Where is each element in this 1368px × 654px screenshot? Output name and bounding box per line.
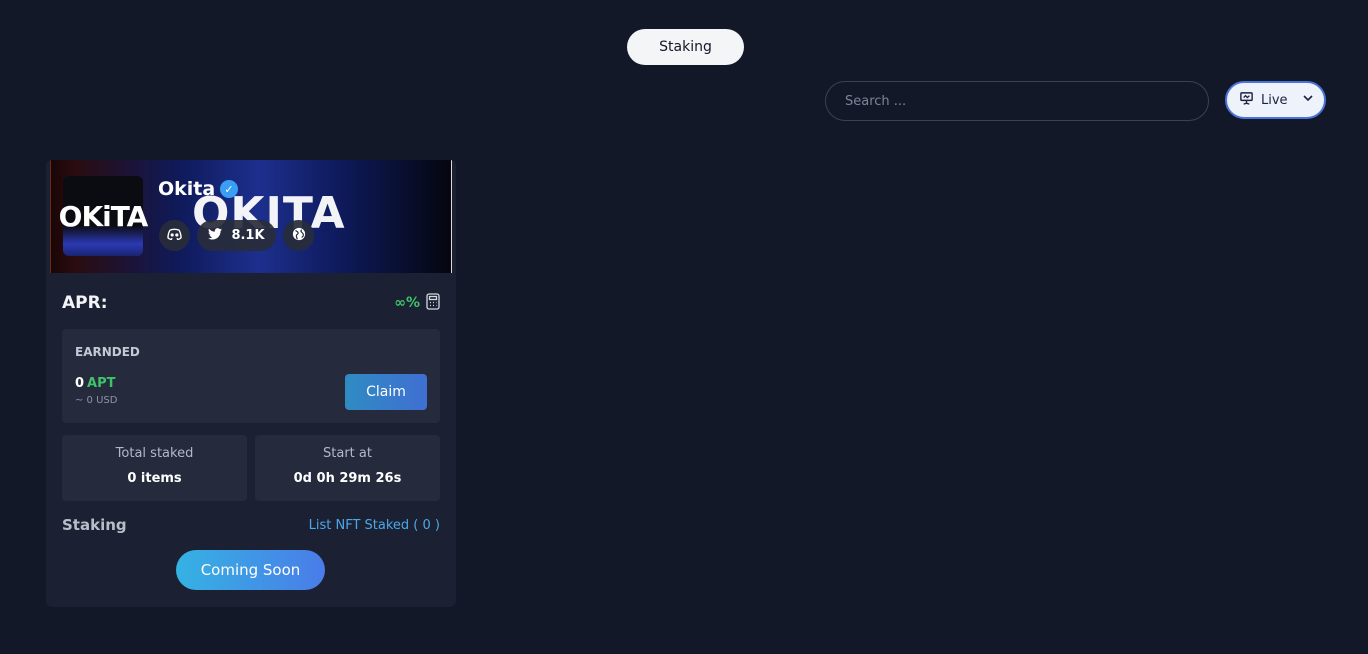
earned-usd: ~ 0 USD bbox=[75, 395, 118, 406]
search-input[interactable] bbox=[843, 92, 1208, 110]
staking-label: Staking bbox=[62, 516, 127, 534]
chevron-down-icon bbox=[1302, 92, 1314, 108]
earned-panel: EARNDED 0 APT ~ 0 USD Claim bbox=[62, 329, 440, 423]
apr-value: ∞% bbox=[394, 295, 420, 311]
earned-amount: 0 bbox=[75, 376, 85, 391]
collection-logo-text: OKiTA bbox=[58, 199, 149, 233]
staking-pool-card: OKITA OKiTA Okita ✓ 8.1K APR: ∞% EARNDED… bbox=[46, 160, 456, 607]
collection-name: Okita bbox=[158, 178, 216, 200]
status-filter-value: Live bbox=[1261, 92, 1288, 108]
start-at-countdown: 0d 0h 29m 26s bbox=[293, 471, 402, 486]
total-staked-panel: Total staked 0 items bbox=[62, 435, 247, 501]
search-bar[interactable] bbox=[825, 81, 1209, 121]
staking-row: Staking List NFT Staked ( 0 ) bbox=[62, 514, 440, 536]
earned-amount-row: 0 APT bbox=[75, 376, 116, 391]
status-filter-dropdown[interactable]: Live bbox=[1225, 81, 1326, 119]
collection-logo: OKiTA bbox=[59, 176, 148, 256]
list-nft-staked-link[interactable]: List NFT Staked ( 0 ) bbox=[309, 518, 440, 533]
globe-icon bbox=[292, 227, 306, 245]
apr-label: APR: bbox=[62, 293, 108, 313]
verified-check-icon: ✓ bbox=[220, 180, 238, 198]
earned-title: EARNDED bbox=[75, 345, 140, 359]
start-at-panel: Start at 0d 0h 29m 26s bbox=[255, 435, 440, 501]
total-staked-label: Total staked bbox=[115, 446, 194, 461]
tab-staking-label: Staking bbox=[659, 39, 712, 55]
twitter-icon bbox=[208, 227, 223, 244]
staking-page: Staking Live OKITA OKiTA Okita ✓ bbox=[0, 0, 1368, 654]
claim-button[interactable]: Claim bbox=[345, 374, 427, 410]
earned-token: APT bbox=[87, 376, 116, 391]
twitter-button[interactable]: 8.1K bbox=[197, 220, 276, 251]
discord-icon bbox=[167, 228, 182, 244]
twitter-followers-count: 8.1K bbox=[231, 228, 265, 243]
website-button[interactable] bbox=[283, 220, 314, 251]
start-at-label: Start at bbox=[323, 446, 372, 461]
coming-soon-button[interactable]: Coming Soon bbox=[176, 550, 325, 590]
presentation-icon bbox=[1239, 91, 1254, 110]
apr-value-group: ∞% bbox=[394, 292, 440, 314]
discord-button[interactable] bbox=[159, 220, 190, 251]
apr-row: APR: ∞% bbox=[62, 291, 440, 315]
tab-staking[interactable]: Staking bbox=[627, 29, 744, 65]
calculator-icon[interactable] bbox=[426, 292, 440, 314]
total-staked-value: 0 items bbox=[127, 471, 182, 486]
collection-banner: OKITA OKiTA Okita ✓ 8.1K bbox=[50, 160, 452, 273]
